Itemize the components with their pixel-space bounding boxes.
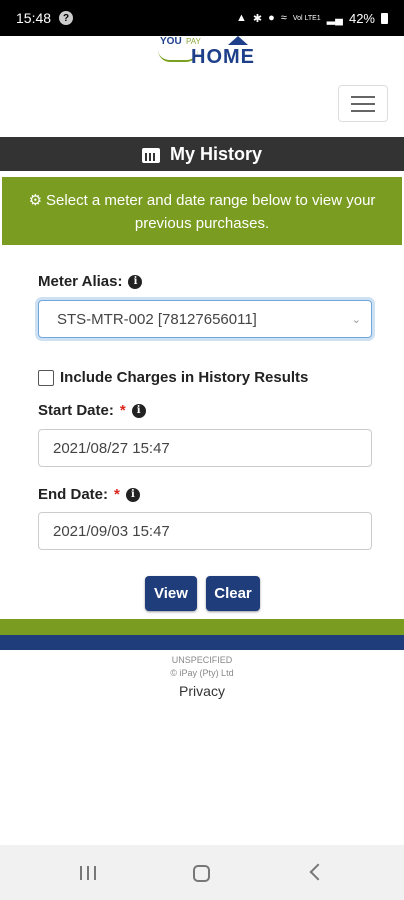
status-time: 15:48 [16, 10, 52, 26]
include-charges-row[interactable]: Include Charges in History Results [38, 369, 308, 386]
info-icon[interactable]: i [128, 274, 143, 289]
notification-badge-icon: ? [59, 11, 74, 25]
battery-icon [381, 12, 388, 24]
footer-stripe-blue [0, 635, 404, 650]
gear-icon: ⚙ [28, 192, 43, 209]
meter-alias-value: STS-MTR-002 [78127656011] [57, 310, 257, 328]
android-nav-bar [0, 845, 404, 900]
app-logo[interactable]: YOU PAY HOME [158, 36, 258, 68]
home-icon[interactable] [193, 865, 210, 882]
page-title-bar: My History [0, 137, 404, 171]
end-date-value: 2021/09/03 15:47 [53, 522, 170, 540]
meter-alias-label: Meter Alias: i [38, 273, 143, 290]
recents-icon[interactable] [80, 866, 96, 880]
menu-toggle-button[interactable] [338, 85, 388, 122]
start-date-label: Start Date: * i [38, 402, 146, 419]
page-title: My History [169, 143, 263, 164]
location-icon: ● [268, 12, 275, 24]
wifi-icon: ≈ [280, 12, 287, 24]
calendar-icon [141, 145, 160, 163]
logo-you-text: YOU [160, 36, 182, 47]
logo-mid-text: PAY [186, 37, 201, 46]
footer-stripe-green [0, 619, 404, 635]
privacy-link[interactable]: Privacy [0, 683, 404, 699]
bluetooth-icon: ✱ [252, 12, 263, 25]
view-button[interactable]: View [145, 576, 197, 611]
logo-roof-icon [228, 36, 248, 45]
footer-copyright: © iPay (Pty) Ltd [170, 668, 234, 678]
status-bar: 15:48 ? ▲ ✱ ● ≈ Vol LTE1 ▂▄ 42% [0, 0, 404, 36]
back-icon[interactable] [309, 863, 327, 881]
info-icon[interactable]: i [131, 403, 146, 418]
start-date-value: 2021/08/27 15:47 [53, 439, 170, 457]
include-charges-label: Include Charges in History Results [60, 369, 309, 386]
include-charges-checkbox[interactable] [38, 369, 54, 386]
battery-percent: 42% [348, 10, 375, 26]
signal-icon: ▂▄ [326, 12, 343, 25]
end-date-label: End Date: * i [38, 486, 140, 503]
clear-button[interactable]: Clear [206, 576, 260, 611]
required-marker: * [114, 486, 120, 503]
info-icon[interactable]: i [125, 487, 140, 502]
info-banner: ⚙ Select a meter and date range below to … [2, 177, 402, 245]
hamburger-icon [351, 95, 375, 98]
meter-alias-select[interactable]: STS-MTR-002 [78127656011] ⌄ [38, 300, 372, 338]
start-date-input[interactable]: 2021/08/27 15:47 [38, 429, 372, 467]
footer-unspecified: UNSPECIFIED [171, 655, 233, 665]
required-marker: * [119, 402, 126, 419]
signal-label: Vol LTE1 [292, 14, 321, 22]
chevron-down-icon: ⌄ [351, 314, 361, 326]
end-date-input[interactable]: 2021/09/03 15:47 [38, 512, 372, 550]
logo-home-text: HOME [191, 46, 255, 68]
banner-text: Select a meter and date range below to v… [46, 192, 376, 232]
lock-icon: ▲ [236, 12, 247, 24]
